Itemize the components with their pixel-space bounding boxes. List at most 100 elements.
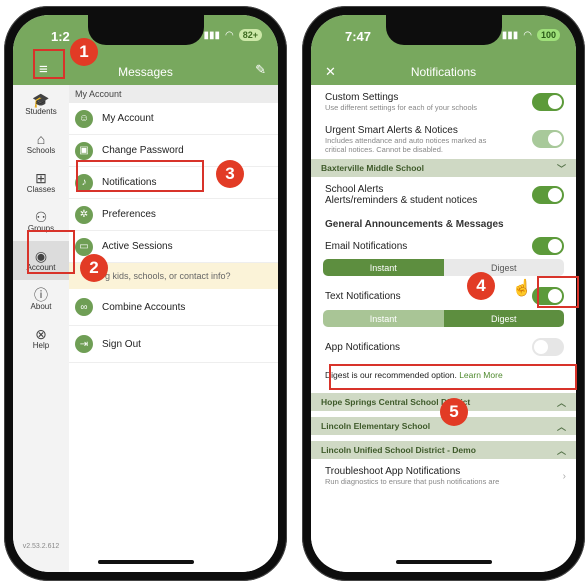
step-badge-5: 5	[440, 398, 468, 426]
highlight-notifications	[76, 160, 204, 192]
row-title: Troubleshoot App Notifications	[325, 466, 461, 477]
status-time: 1:2	[51, 29, 70, 44]
school-header-lincoln-unified[interactable]: Lincoln Unified School District - Demo ︿	[311, 441, 576, 459]
menu-item-my-account[interactable]: ☺ My Account	[69, 103, 278, 135]
custom-settings-toggle[interactable]	[532, 93, 564, 111]
signal-icon: ▮▮▮	[203, 29, 220, 41]
app-notifications-row: App Notifications	[311, 327, 576, 367]
account-menu: My Account ☺ My Account ▣ Change Passwor…	[69, 85, 278, 572]
chevron-up-icon: ︿	[556, 421, 566, 432]
menu-label: Change Password	[102, 145, 184, 156]
chevron-up-icon: ︿	[556, 445, 566, 456]
sidebar-label: Help	[32, 341, 50, 350]
school-alerts-toggle[interactable]	[532, 186, 564, 204]
sidebar-item-about[interactable]: ⓘ About	[13, 280, 69, 319]
menu-label: Active Sessions	[102, 241, 173, 252]
email-digest-option[interactable]: Digest	[444, 259, 565, 276]
school-name: Baxterville Middle School	[321, 163, 424, 173]
highlight-account	[27, 230, 75, 274]
status-time: 7:47	[345, 29, 372, 44]
row-title: Urgent Smart Alerts & Notices	[325, 124, 458, 136]
signal-icon: ▮▮▮	[501, 29, 519, 41]
left-phone: 1:2 ▮▮▮ ◠ 82+ Messages ≡ ✎ 🎓 Students ⌂ …	[4, 6, 287, 581]
sidebar-item-students[interactable]: 🎓 Students	[13, 85, 69, 124]
row-subtitle: Includes attendance and auto notices mar…	[325, 135, 487, 154]
chevron-down-icon: ﹀	[556, 163, 566, 174]
sidebar-item-schools[interactable]: ⌂ Schools	[13, 124, 69, 163]
troubleshoot-row[interactable]: Troubleshoot App Notifications Run diagn…	[311, 459, 576, 493]
menu-label: Combine Accounts	[102, 301, 186, 313]
page-title: Notifications	[410, 65, 477, 79]
school-header-baxterville[interactable]: Baxterville Middle School ﹀	[311, 159, 576, 177]
school-icon: ⌂	[36, 131, 46, 147]
row-title: School Alerts	[325, 184, 384, 195]
row-title: Custom Settings	[325, 92, 399, 103]
notch	[87, 15, 204, 45]
wifi-icon: ◠	[523, 29, 532, 41]
wifi-icon: ◠	[224, 29, 234, 41]
email-delivery-segmented: Instant Digest	[323, 259, 564, 276]
menu-item-combine-accounts[interactable]: ∞ Combine Accounts	[69, 289, 278, 326]
row-subtitle: Use different settings for each of your …	[325, 103, 478, 112]
person-icon: ☺	[75, 109, 93, 128]
urgent-alerts-row: Urgent Smart Alerts & Notices Includes a…	[311, 119, 576, 159]
menu-item-preferences[interactable]: ✲ Preferences	[69, 199, 278, 231]
notch	[385, 15, 502, 45]
home-indicator	[97, 560, 194, 564]
sidebar-label: About	[30, 302, 52, 311]
text-digest-option[interactable]: Digest	[443, 310, 564, 327]
signout-icon: ⇥	[75, 335, 93, 353]
highlight-text-digest	[329, 364, 577, 390]
notifications-header: ✕ Notifications	[311, 59, 576, 85]
home-indicator	[395, 560, 492, 564]
email-instant-option[interactable]: Instant	[323, 259, 444, 276]
sidebar-item-help[interactable]: ⊗ Help	[13, 319, 69, 358]
school-name: Lincoln Elementary School	[321, 421, 431, 431]
highlight-hamburger	[33, 49, 65, 79]
version-text: v2.53.2.612	[22, 543, 60, 550]
general-announcements-heading: General Announcements & Messages	[325, 219, 504, 230]
compose-icon[interactable]: ✎	[255, 62, 266, 78]
groups-icon: ⚇	[34, 209, 48, 225]
menu-item-sign-out[interactable]: ⇥ Sign Out	[69, 326, 278, 363]
monitor-icon: ▭	[75, 237, 93, 256]
sidebar-label: Students	[25, 107, 57, 116]
sidebar-item-classes[interactable]: ⊞ Classes	[13, 163, 69, 202]
status-icons: ▮▮▮ ◠ 100	[502, 29, 560, 41]
app-notifications-toggle[interactable]	[532, 338, 564, 356]
classes-icon: ⊞	[35, 170, 47, 186]
row-title: Email Notifications	[325, 240, 408, 252]
link-icon: ∞	[75, 298, 93, 316]
chevron-up-icon: ︿	[556, 397, 566, 408]
status-icons: ▮▮▮ ◠ 82+	[203, 29, 262, 41]
sidebar: 🎓 Students ⌂ Schools ⊞ Classes ⚇ Groups …	[13, 85, 69, 572]
page-title: Messages	[118, 65, 173, 79]
battery-badge: 100	[536, 29, 560, 41]
close-icon[interactable]: ✕	[325, 64, 336, 80]
notifications-panel: Custom Settings Use different settings f…	[311, 85, 576, 572]
settings-icon: ✲	[75, 205, 93, 224]
text-delivery-segmented: Instant Digest	[323, 310, 564, 327]
battery-badge: 82+	[238, 29, 262, 41]
menu-label: Preferences	[102, 209, 156, 220]
highlight-email-toggle	[537, 276, 579, 308]
sidebar-label: Schools	[26, 146, 56, 155]
school-alerts-row: School Alerts Alerts/reminders & student…	[311, 177, 576, 213]
step-badge-4: 4	[467, 272, 495, 300]
left-screen: 1:2 ▮▮▮ ◠ 82+ Messages ≡ ✎ 🎓 Students ⌂ …	[13, 15, 278, 572]
text-instant-option[interactable]: Instant	[323, 310, 444, 327]
graduation-cap-icon: 🎓	[32, 92, 50, 108]
step-badge-2: 2	[80, 254, 108, 282]
custom-settings-row: Custom Settings Use different settings f…	[311, 85, 576, 119]
step-badge-1: 1	[70, 38, 98, 66]
row-subtitle: Run diagnostics to ensure that push noti…	[325, 477, 500, 486]
menu-label: My Account	[102, 113, 154, 124]
email-notifications-row: Email Notifications	[311, 233, 576, 259]
lock-icon: ▣	[75, 141, 93, 160]
row-subtitle: Alerts/reminders & student notices	[325, 195, 478, 206]
urgent-alerts-toggle	[532, 130, 564, 148]
email-notifications-toggle[interactable]	[532, 237, 564, 255]
sidebar-label: Classes	[26, 185, 56, 194]
school-name: Lincoln Unified School District - Demo	[321, 445, 476, 455]
chevron-right-icon: ›	[562, 471, 566, 482]
